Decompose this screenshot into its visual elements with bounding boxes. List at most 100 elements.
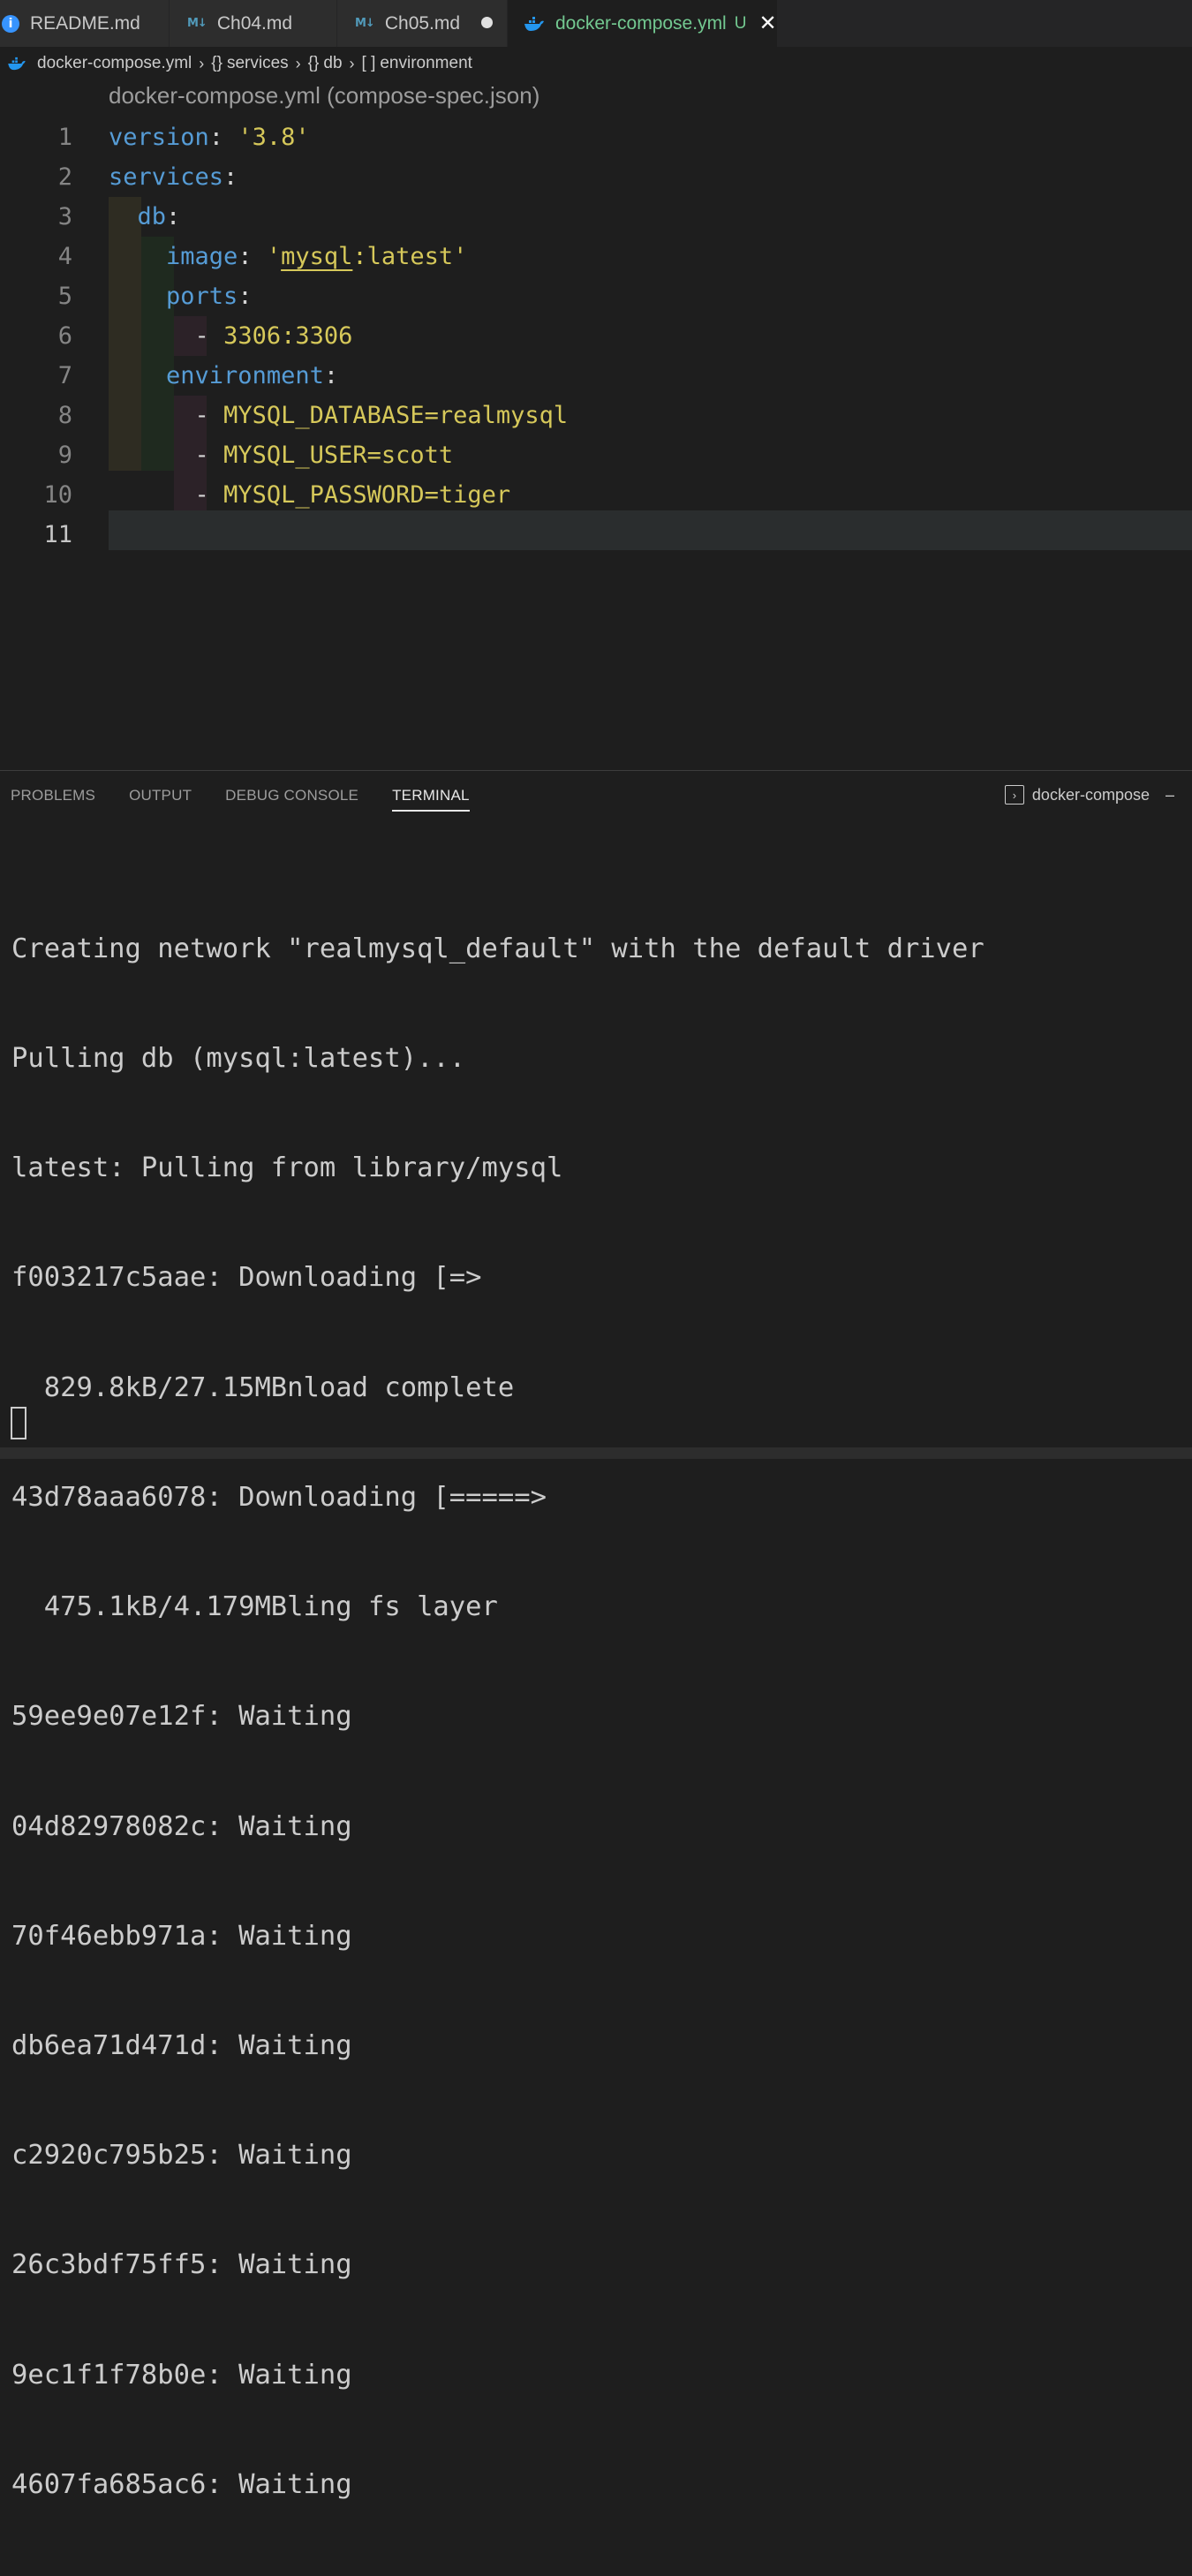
- breadcrumb-item-services[interactable]: services: [227, 54, 289, 73]
- tab-label: Ch04.md: [216, 12, 293, 34]
- breadcrumb-file[interactable]: docker-compose.yml: [37, 54, 192, 73]
- chevron-right-icon: ›: [349, 54, 355, 72]
- terminal-cursor: [11, 1407, 26, 1439]
- line-number: 8: [57, 402, 72, 429]
- code-line: 5 ports:: [0, 276, 1192, 316]
- code-line-current[interactable]: 11: [0, 515, 1192, 555]
- chevron-right-icon: ›: [295, 54, 301, 72]
- yaml-value-quote: ': [266, 243, 282, 270]
- chevron-right-icon: ›: [199, 54, 205, 72]
- yaml-colon: :: [238, 283, 253, 310]
- untracked-badge: U: [734, 13, 747, 33]
- yaml-value: 3306:3306: [223, 322, 353, 350]
- code-line: 9 - MYSQL_USER=scott: [0, 435, 1192, 475]
- tab-ch04[interactable]: M↓ Ch04.md: [170, 0, 337, 47]
- yaml-value: MYSQL_USER=scott: [223, 442, 454, 469]
- tab-readme[interactable]: i README.md: [0, 0, 170, 47]
- yaml-colon: :: [166, 203, 181, 230]
- yaml-value: :latest': [352, 243, 468, 270]
- terminal-line: 9ec1f1f78b0e: Waiting: [11, 2359, 352, 2391]
- code-line: 10 - MYSQL_PASSWORD=tiger: [0, 475, 1192, 515]
- yaml-value: MYSQL_DATABASE=realmysql: [223, 402, 569, 429]
- tab-debug-console[interactable]: DEBUG CONSOLE: [225, 787, 358, 812]
- line-number: 3: [57, 203, 72, 230]
- yaml-dash: -: [194, 402, 224, 429]
- tab-output[interactable]: OUTPUT: [129, 787, 192, 812]
- terminal-line: f003217c5aae: Downloading [=>: [11, 1262, 482, 1294]
- tab-label: Ch05.md: [384, 12, 461, 34]
- line-number: 9: [57, 442, 72, 469]
- markdown-icon: M↓: [187, 17, 207, 30]
- yaml-key: environment: [166, 362, 324, 389]
- terminal-line: c2920c795b25: Waiting: [11, 2140, 352, 2172]
- terminal-line: 04d82978082c: Waiting: [11, 1810, 352, 1842]
- breadcrumb: docker-compose.yml › {} services › {} db…: [7, 50, 472, 77]
- yaml-dash: -: [194, 442, 224, 469]
- yaml-colon: :: [238, 243, 253, 270]
- yaml-colon: :: [208, 124, 224, 151]
- markdown-icon: M↓: [355, 17, 375, 30]
- yaml-key: db: [137, 203, 167, 230]
- terminal-line: 829.8kB/27.15MBnload complete: [11, 1371, 515, 1403]
- editor-tab-bar: i README.md M↓ Ch04.md M↓ Ch05.md docker…: [0, 0, 1192, 47]
- line-number: 4: [57, 243, 72, 270]
- bottom-panel: PROBLEMS OUTPUT DEBUG CONSOLE TERMINAL ›…: [0, 770, 1192, 2500]
- yaml-value: MYSQL_PASSWORD=tiger: [223, 481, 511, 509]
- yaml-colon: :: [323, 362, 339, 389]
- panel-tabs: PROBLEMS OUTPUT DEBUG CONSOLE TERMINAL: [11, 787, 503, 812]
- terminal-line: 475.1kB/4.179MBling fs layer: [11, 1591, 498, 1623]
- breadcrumb-item-db[interactable]: db: [323, 54, 342, 73]
- yaml-value: '3.8': [238, 124, 310, 151]
- line-number: 10: [43, 481, 72, 509]
- tab-problems[interactable]: PROBLEMS: [11, 787, 95, 812]
- breadcrumb-item-environment[interactable]: environment: [380, 54, 472, 73]
- yaml-key: image: [166, 243, 238, 270]
- docker-icon: [7, 57, 26, 71]
- terminal-icon: ›: [1004, 785, 1024, 805]
- code-line: 7 environment:: [0, 356, 1192, 396]
- terminal-output[interactable]: Creating network "realmysql_default" wit…: [11, 857, 1186, 2576]
- terminal-name: docker-compose: [1031, 785, 1150, 804]
- code-line: 1 version: '3.8': [0, 117, 1192, 157]
- unsaved-dot-icon[interactable]: [481, 17, 493, 28]
- terminal-line: 43d78aaa6078: Downloading [=====>: [11, 1481, 547, 1513]
- code-line: 3 db:: [0, 197, 1192, 237]
- yaml-key: version: [109, 124, 209, 151]
- object-symbol-icon: {}: [307, 54, 320, 72]
- code-line: 2 services:: [0, 157, 1192, 197]
- terminal-line: 59ee9e07e12f: Waiting: [11, 1701, 352, 1733]
- code-line: 8 - MYSQL_DATABASE=realmysql: [0, 396, 1192, 435]
- tab-label: docker-compose.yml: [555, 12, 727, 34]
- yaml-key: services: [109, 163, 224, 191]
- terminal-line: Pulling db (mysql:latest)...: [11, 1043, 466, 1075]
- close-icon[interactable]: ✕: [758, 12, 776, 34]
- terminal-line: 70f46ebb971a: Waiting: [11, 1920, 352, 1952]
- line-number: 5: [57, 283, 72, 310]
- terminal-line: 4607fa685ac6: Waiting: [11, 2468, 352, 2500]
- line-number: 1: [57, 124, 72, 151]
- terminal-line: db6ea71d471d: Waiting: [11, 2030, 352, 2061]
- docker-icon: [524, 16, 545, 32]
- tab-ch05[interactable]: M↓ Ch05.md: [337, 0, 508, 47]
- info-icon: i: [2, 14, 19, 33]
- tab-docker-compose[interactable]: docker-compose.yml U ✕: [508, 0, 778, 47]
- line-number: 6: [57, 322, 72, 350]
- line-number: 11: [43, 521, 72, 548]
- yaml-dash: -: [194, 481, 224, 509]
- array-symbol-icon: [ ]: [361, 54, 376, 72]
- object-symbol-icon: {}: [211, 54, 223, 72]
- yaml-colon: :: [223, 163, 238, 191]
- terminal-line: 26c3bdf75ff5: Waiting: [11, 2249, 352, 2281]
- yaml-key: ports: [166, 283, 238, 310]
- status-bar: [0, 1447, 1192, 1459]
- tab-label: README.md: [30, 12, 140, 34]
- yaml-value-link[interactable]: mysql: [281, 243, 352, 270]
- yaml-dash: -: [194, 322, 224, 350]
- line-number: 2: [57, 163, 72, 191]
- code-line: 4 image: 'mysql:latest': [0, 237, 1192, 276]
- tab-terminal[interactable]: TERMINAL: [392, 787, 470, 812]
- terminal-selector[interactable]: › docker-compose –: [1004, 785, 1174, 805]
- terminal-line: latest: Pulling from library/mysql: [11, 1152, 563, 1184]
- schema-codelens[interactable]: docker-compose.yml (compose-spec.json): [109, 82, 539, 110]
- minimize-icon[interactable]: –: [1166, 786, 1174, 805]
